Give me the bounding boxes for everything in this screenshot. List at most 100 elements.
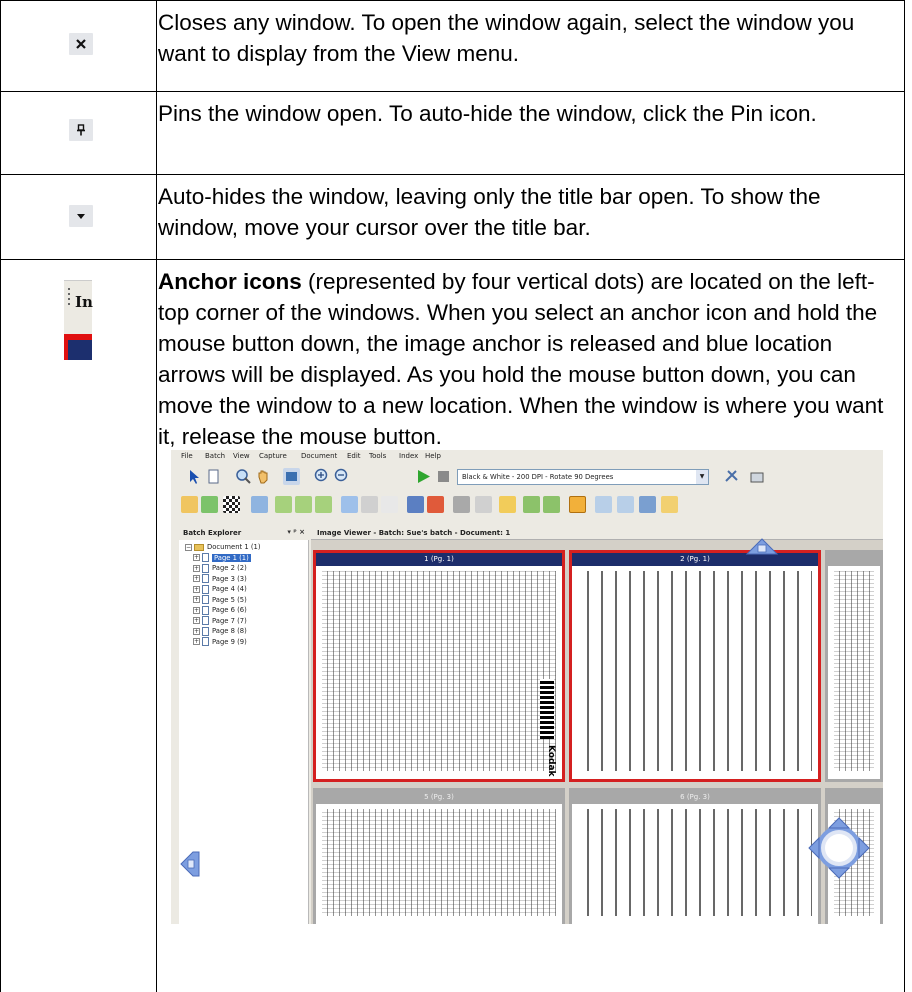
table-row-pin: Pins the window open. To auto-hide the w… xyxy=(1,91,905,174)
page-icon xyxy=(202,584,209,594)
page-icon xyxy=(202,626,209,636)
page-thumbnail[interactable]: 5 (Pg. 3) xyxy=(313,788,565,924)
row-description: Pins the window open. To auto-hide the w… xyxy=(158,101,817,126)
expand-icon[interactable]: + xyxy=(193,606,200,614)
page-icon xyxy=(202,595,209,604)
tree-label: Page 3 (3) xyxy=(212,574,247,583)
image-viewer-title: Image Viewer - Batch: Sue's batch - Docu… xyxy=(311,526,883,540)
menu-item: File xyxy=(181,452,193,460)
undo-icon xyxy=(475,496,492,513)
expand-icon[interactable]: + xyxy=(193,596,200,603)
zoom-out-icon xyxy=(333,468,350,485)
chevron-down-icon xyxy=(69,205,93,227)
expand-icon[interactable]: + xyxy=(193,585,200,593)
dock-top-arrow-icon[interactable] xyxy=(745,536,779,558)
expand-icon[interactable]: + xyxy=(193,575,200,582)
tree-page-item[interactable]: + Page 8 (8) xyxy=(185,626,261,637)
menu-item: Index xyxy=(399,452,419,460)
pin-icon xyxy=(69,119,93,141)
collapse-icon[interactable]: − xyxy=(185,543,192,551)
split-document-icon xyxy=(523,496,540,513)
expand-icon[interactable]: + xyxy=(193,638,200,645)
scan-profile-value: Black & White - 200 DPI - Rotate 90 Degr… xyxy=(462,473,614,481)
table-row-autohide: Auto-hides the window, leaving only the … xyxy=(1,174,905,259)
anchor-icon: In xyxy=(64,280,93,360)
batch-icon xyxy=(181,496,198,513)
icon-cell xyxy=(1,92,156,174)
image-viewer-panel: Image Viewer - Batch: Sue's batch - Docu… xyxy=(311,526,883,924)
delete-icon xyxy=(453,496,470,513)
table-row-close: Closes any window. To open the window ag… xyxy=(1,0,905,91)
panel-controls[interactable]: ▾ ᵖ × xyxy=(287,528,305,536)
tree-page-item[interactable]: + Page 3 (3) xyxy=(185,574,261,585)
thumbnail-header: 6 (Pg. 3) xyxy=(572,791,818,804)
batch-explorer-title: Batch Explorer ▾ ᵖ × xyxy=(179,526,309,540)
document-merge-icon xyxy=(315,496,332,513)
page-thumbnail[interactable] xyxy=(825,550,883,782)
folder-icon xyxy=(194,543,204,551)
zoom-icon xyxy=(235,468,252,485)
dock-compass-icon[interactable] xyxy=(807,816,871,880)
page-add-icon xyxy=(341,496,358,513)
info-table: Closes any window. To open the window ag… xyxy=(0,0,905,992)
toolbar-top: Black & White - 200 DPI - Rotate 90 Degr… xyxy=(171,464,883,490)
scan-profile-select[interactable]: Black & White - 200 DPI - Rotate 90 Degr… xyxy=(457,469,709,485)
tree-page-item[interactable]: + Page 9 (9) xyxy=(185,637,261,648)
row-description: Anchor icons (represented by four vertic… xyxy=(158,266,899,452)
tree-root[interactable]: − Document 1 (1) xyxy=(185,542,261,553)
page-thumbnail[interactable]: 6 (Pg. 3) xyxy=(569,788,821,924)
anchor-snippet-text: In xyxy=(75,293,93,311)
expand-icon[interactable]: + xyxy=(193,554,200,561)
anchor-description: (represented by four vertical dots) are … xyxy=(158,269,884,449)
chevron-down-icon: ▼ xyxy=(696,470,708,484)
table-row-anchor: In Anchor icons (represented by four ver… xyxy=(1,259,905,992)
thumbnail-header: 2 (Pg. 1) xyxy=(572,553,818,566)
page-icon xyxy=(202,553,209,562)
document-icon xyxy=(295,496,312,513)
row-description: Auto-hides the window, leaving only the … xyxy=(158,184,821,240)
tree-page-item[interactable]: + Page 6 (6) xyxy=(185,605,261,616)
capture-software-screenshot: File Batch View Capture Document Edit To… xyxy=(171,450,883,924)
tree-label: Document 1 (1) xyxy=(207,543,261,551)
merge-document-icon xyxy=(543,496,560,513)
column-divider xyxy=(156,1,157,91)
document-image xyxy=(834,571,874,771)
column-divider xyxy=(156,92,157,174)
batch-tree: − Document 1 (1) + Page 1 (1) + Page 2 (2) … xyxy=(185,542,261,647)
expand-icon[interactable]: + xyxy=(193,564,200,572)
book-icon xyxy=(569,496,586,513)
rescan-icon xyxy=(407,496,424,513)
document-image xyxy=(322,809,556,916)
icon-cell xyxy=(1,1,156,91)
icon-cell: In xyxy=(1,260,156,992)
menu-item: View xyxy=(233,452,250,460)
page-blank-icon xyxy=(381,496,398,513)
replace-icon xyxy=(427,496,444,513)
tree-page-item[interactable]: + Page 1 (1) xyxy=(185,553,261,564)
page-thumbnail-selected[interactable]: 2 (Pg. 1) xyxy=(569,550,821,782)
start-icon xyxy=(415,468,432,485)
column-divider xyxy=(156,260,157,992)
expand-icon[interactable]: + xyxy=(193,627,200,635)
thumbnail-view-icon xyxy=(283,468,300,485)
icon-cell xyxy=(1,175,156,259)
tree-page-item[interactable]: + Page 7 (7) xyxy=(185,616,261,627)
row-description: Closes any window. To open the window ag… xyxy=(158,10,855,66)
dock-left-arrow-icon[interactable] xyxy=(179,850,201,878)
tree-label: Page 4 (4) xyxy=(212,585,247,593)
tree-page-item[interactable]: + Page 4 (4) xyxy=(185,584,261,595)
zoom-in-icon xyxy=(313,468,330,485)
tree-page-item[interactable]: + Page 5 (5) xyxy=(185,595,261,606)
thumbnail-header: 5 (Pg. 3) xyxy=(316,791,562,804)
page-icon xyxy=(205,468,222,485)
close-icon xyxy=(69,33,93,55)
page-thumbnail-selected[interactable]: 1 (Pg. 1) Kodak xyxy=(313,550,565,782)
tree-label: Page 2 (2) xyxy=(212,564,247,572)
tree-page-item[interactable]: + Page 2 (2) xyxy=(185,563,261,574)
batch-open-icon xyxy=(201,496,218,513)
menu-item: Help xyxy=(425,452,441,460)
menu-item: Document xyxy=(301,452,338,460)
pointer-icon xyxy=(185,468,202,485)
expand-icon[interactable]: + xyxy=(193,617,200,624)
stop-icon xyxy=(435,468,452,485)
